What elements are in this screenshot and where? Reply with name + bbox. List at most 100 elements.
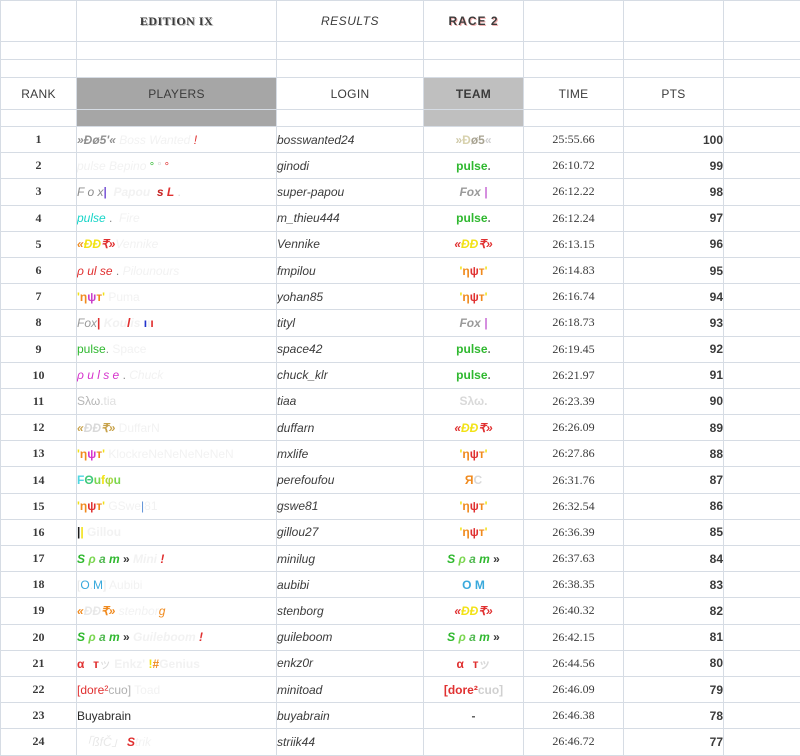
table-row[interactable]: 11Sλω.tiatiaaSλω.26:23.3990 (1, 388, 800, 414)
table-row[interactable]: 7'ηψт' Pumayohan85'ηψт'26:16.7494 (1, 284, 800, 310)
player-name-cell: ρ ul se . Pilounours (77, 257, 277, 283)
table-row[interactable]: 21αÐтッ Enkz' !#Geniusenkz0rαÐтッ26:44.568… (1, 650, 800, 676)
team-tag-cell: 'ηψт' (424, 441, 524, 467)
name-fragment: Papou (107, 185, 154, 199)
name-fragment: ッ (99, 657, 111, 671)
table-row[interactable]: 20S ρ a m » Guileboom !guileboomS ρ a m … (1, 624, 800, 650)
table-row[interactable]: 19«ÐÐ₹» stenborgstenborg«ÐÐ₹»26:40.3282 (1, 598, 800, 624)
player-name-cell: ρ u l s e . Chuck (77, 362, 277, 388)
login-cell: tiaa (277, 388, 424, 414)
rank-cell: 1 (1, 127, 77, 153)
tail-cell (724, 205, 800, 231)
column-header-pts: PTS (624, 78, 724, 110)
table-row[interactable]: 9pulse. Spacespace42pulse.26:19.4592 (1, 336, 800, 362)
player-name-cell: Sλω.tia (77, 388, 277, 414)
name-fragment: pulse (77, 211, 106, 225)
points-cell: 94 (624, 284, 724, 310)
name-fragment: m (476, 552, 490, 566)
pad-team (424, 110, 524, 127)
table-row[interactable]: 24 「ßfČ」 Strikstriik44「ßfČ」26:46.7277 (1, 729, 800, 755)
table-row[interactable]: 16|| Gillougillou27'ηψт'26:36.3985 (1, 519, 800, 545)
table-row[interactable]: 17S ρ a m » Mini !minilugS ρ a m »26:37.… (1, 546, 800, 572)
tail-cell (724, 388, 800, 414)
points-cell: 80 (624, 650, 724, 676)
name-fragment: Mini (133, 552, 160, 566)
pad-time (524, 110, 624, 127)
name-fragment: ₹» (101, 604, 115, 618)
rank-cell: 22 (1, 676, 77, 702)
title-row: EDITION IXRESULTSRACE 2 (1, 1, 800, 42)
name-fragment: Sλω (77, 394, 100, 408)
time-cell: 26:21.97 (524, 362, 624, 388)
tail-cell (724, 676, 800, 702)
points-cell: 89 (624, 415, 724, 441)
points-cell: 77 (624, 729, 724, 755)
player-name-cell: αÐтッ Enkz' !#Genius (77, 650, 277, 676)
table-row[interactable]: 18[O.M] Aubibiaubibi[O.M]26:38.3583 (1, 572, 800, 598)
name-fragment: F o x (77, 185, 103, 199)
name-fragment: [dore² (77, 683, 108, 697)
name-fragment: ψ (470, 264, 479, 278)
name-fragment: ı (150, 316, 153, 330)
name-fragment: ψ (470, 447, 479, 461)
table-row[interactable]: 8Fox| Koulis ıııtitylFox |26:18.7393 (1, 310, 800, 336)
name-fragment: ] (485, 578, 489, 592)
name-fragment: . (488, 368, 491, 382)
team-tag-cell: »Ðø5« (424, 127, 524, 153)
name-fragment: Gillou (84, 525, 121, 539)
table-row[interactable]: 15'ηψт' GSwe|81gswe81'ηψт'26:32.5486 (1, 493, 800, 519)
table-row[interactable]: 1»Ðø5'« Boss Wanted !bosswanted24»Ðø5«25… (1, 127, 800, 153)
name-fragment: | (481, 316, 488, 330)
table-row[interactable]: 13'ηψт' KlockreNeNeNeNeNeNmxlife'ηψт'26:… (1, 441, 800, 467)
time-cell: 26:38.35 (524, 572, 624, 598)
table-row[interactable]: 10ρ u l s e . Chuckchuck_klrpulse.26:21.… (1, 362, 800, 388)
table-row[interactable]: 12«ÐÐ₹» DuffarNduffarn«ÐÐ₹»26:26.0989 (1, 415, 800, 441)
points-cell: 90 (624, 388, 724, 414)
pad-players (77, 110, 277, 127)
name-fragment: C (473, 473, 482, 487)
tail-cell (724, 519, 800, 545)
team-tag-cell: «ÐÐ₹» (424, 231, 524, 257)
name-fragment: a (469, 630, 476, 644)
name-fragment: S (127, 735, 135, 749)
name-fragment: . (174, 185, 181, 199)
rank-cell: 10 (1, 362, 77, 388)
rank-cell: 19 (1, 598, 77, 624)
spacer-cell (1, 60, 77, 78)
points-cell: 100 (624, 127, 724, 153)
points-cell: 95 (624, 257, 724, 283)
team-tag-cell: 「ßfČ」 (424, 729, 524, 755)
name-fragment: pulse Bepino (77, 159, 150, 173)
tail-cell (724, 650, 800, 676)
name-fragment: . (488, 342, 491, 356)
table-row[interactable]: 5«ÐÐ₹»VennikeVennike«ÐÐ₹»26:13.1596 (1, 231, 800, 257)
name-fragment: » (120, 630, 133, 644)
name-fragment: trik (135, 735, 151, 749)
name-fragment: ' (485, 290, 488, 304)
team-tag-cell: «ÐÐ₹» (424, 415, 524, 441)
login-cell: striik44 (277, 729, 424, 755)
name-fragment: | (481, 185, 488, 199)
login-cell: tityl (277, 310, 424, 336)
name-fragment: φ (105, 473, 114, 487)
table-row[interactable]: 3F o x| Papou s L .super-papouFox |26:12… (1, 179, 800, 205)
time-cell: 26:46.72 (524, 729, 624, 755)
team-tag-cell: 'ηψт' (424, 257, 524, 283)
rank-cell: 9 (1, 336, 77, 362)
login-cell: minilug (277, 546, 424, 572)
team-tag-cell: «ÐÐ₹» (424, 598, 524, 624)
table-row[interactable]: 22[dore²cuo] Toadminitoad[dore²cuo]26:46… (1, 676, 800, 702)
time-cell: 26:19.45 (524, 336, 624, 362)
table-row[interactable]: 4pulse . Firem_thieu444pulse.26:12.2497 (1, 205, 800, 231)
login-cell: space42 (277, 336, 424, 362)
table-row[interactable]: 23Buyabrainbuyabrain-26:46.3878 (1, 703, 800, 729)
rank-cell: 4 (1, 205, 77, 231)
name-fragment: Ð (462, 133, 471, 147)
name-fragment: pulse (77, 342, 106, 356)
name-fragment: « (77, 604, 84, 618)
table-row[interactable]: 14FΘufφuperefoufouЯC26:31.7687 (1, 467, 800, 493)
title-blank-tail (724, 1, 800, 42)
time-cell: 26:10.72 (524, 153, 624, 179)
table-row[interactable]: 2pulse Bepino ° ° °ginodipulse.26:10.729… (1, 153, 800, 179)
table-row[interactable]: 6ρ ul se . Pilounoursfmpilou'ηψт'26:14.8… (1, 257, 800, 283)
